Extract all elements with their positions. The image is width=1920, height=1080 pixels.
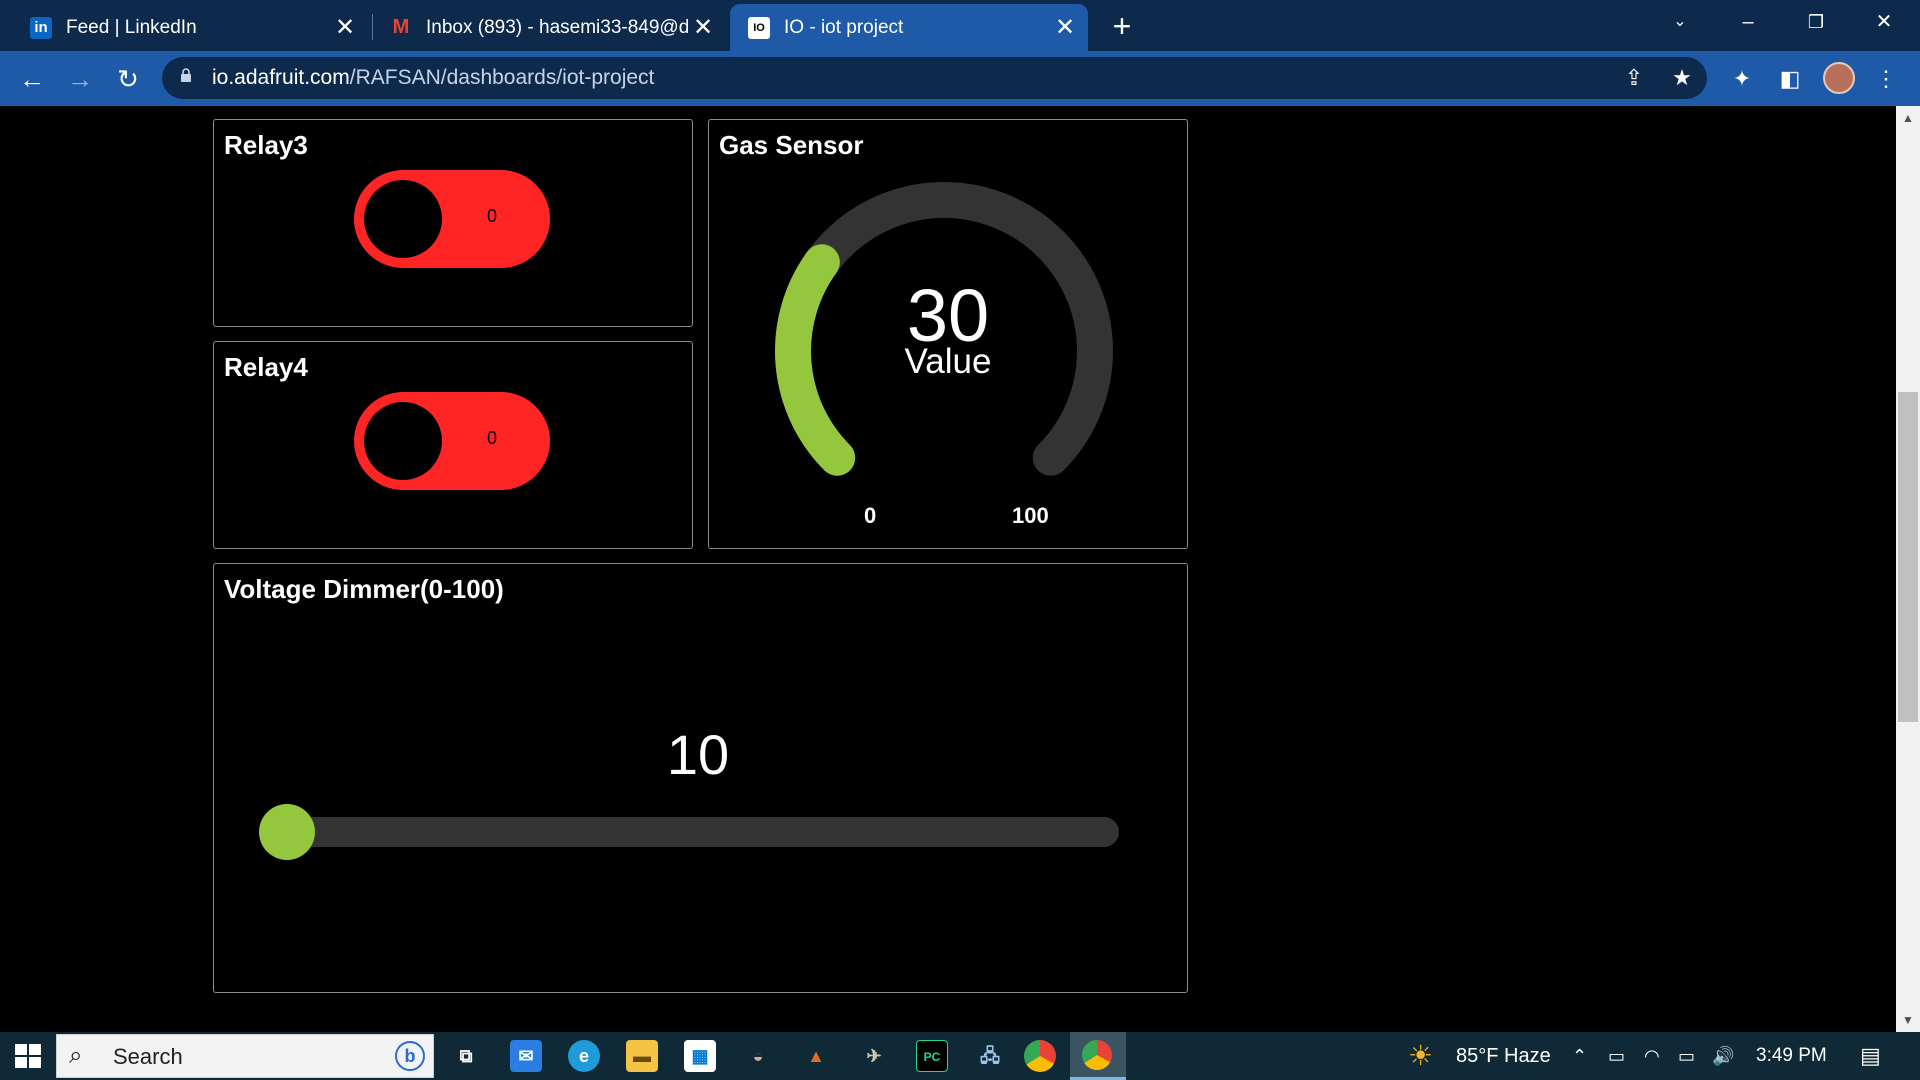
mail-icon[interactable]: ✉ (510, 1040, 542, 1072)
bing-icon[interactable]: b (395, 1041, 425, 1071)
tab-io-iot-project[interactable]: IO IO - iot project ✕ (730, 4, 1088, 51)
menu-kebab-icon[interactable]: ⋮ (1870, 63, 1902, 95)
forward-arrow-icon[interactable]: → (60, 59, 100, 99)
slider-handle[interactable] (259, 804, 315, 860)
clock-time[interactable]: 3:49 PM (1756, 1032, 1827, 1080)
tab-linkedin[interactable]: in Feed | LinkedIn ✕ (12, 4, 368, 51)
bookmark-star-icon[interactable]: ★ (1667, 63, 1697, 93)
toggle-knob[interactable] (364, 402, 442, 480)
windows-taskbar: ⌕ Search b ⧉ ✉ e ▬ ▦ ◒ ▲ ✈ PC 🖧 (0, 1032, 1920, 1080)
volume-icon[interactable]: 🔊 (1712, 1032, 1734, 1080)
close-icon[interactable]: ✕ (330, 13, 360, 42)
lock-icon (181, 68, 191, 82)
toggle-state-label: 0 (487, 206, 498, 226)
weather-sun-icon[interactable]: ☀ (1408, 1032, 1433, 1080)
tab-title: Feed | LinkedIn (66, 16, 197, 38)
new-tab-icon[interactable]: + (1106, 8, 1138, 44)
search-placeholder: Search (113, 1044, 183, 1069)
relay4-toggle[interactable]: 0 (354, 392, 550, 490)
back-arrow-icon[interactable]: ← (12, 59, 52, 99)
tab-search-chevron-icon[interactable]: ⌄ (1652, 0, 1708, 44)
close-icon[interactable]: ✕ (688, 13, 718, 42)
reload-icon[interactable]: ↻ (108, 59, 148, 99)
chrome-active-app[interactable] (1070, 1032, 1126, 1080)
network-drive-icon[interactable]: 🖧 (974, 1040, 1006, 1072)
app-bird-icon[interactable]: ✈ (858, 1040, 890, 1072)
scroll-down-arrow-icon[interactable]: ▼ (1896, 1010, 1920, 1030)
chrome-icon[interactable] (1024, 1040, 1056, 1072)
browser-tab-strip: in Feed | LinkedIn ✕ M Inbox (893) - has… (0, 0, 1920, 51)
share-icon[interactable]: ⇪ (1619, 63, 1649, 93)
scrollbar-thumb[interactable] (1898, 392, 1918, 722)
linkedin-icon: in (30, 16, 52, 39)
scroll-up-arrow-icon[interactable]: ▲ (1896, 108, 1920, 128)
tab-title: IO - iot project (784, 16, 904, 38)
notifications-icon[interactable]: ▤ (1860, 1032, 1881, 1080)
card-title: Relay3 (224, 130, 308, 160)
chevron-up-icon[interactable]: ⌃ (1572, 1032, 1587, 1080)
gauge-unit-label: Value (904, 342, 992, 381)
battery-icon[interactable]: ▭ (1678, 1032, 1695, 1080)
close-icon[interactable]: ✕ (1050, 13, 1080, 42)
card-title: Relay4 (224, 352, 308, 382)
weather-text[interactable]: 85°F Haze (1456, 1032, 1551, 1080)
slider-track[interactable] (269, 817, 1119, 847)
taskbar-search-box[interactable]: ⌕ Search b (56, 1034, 434, 1078)
tab-gmail[interactable]: M Inbox (893) - hasemi33-849@diu ✕ (372, 4, 726, 51)
extensions-puzzle-icon[interactable]: ✦ (1726, 63, 1758, 95)
profile-avatar[interactable] (1823, 62, 1855, 94)
browser-toolbar: ← → ↻ io.adafruit.com/RAFSAN/dashboards/… (0, 51, 1920, 106)
card-title: Voltage Dimmer(0-100) (224, 574, 504, 604)
relay3-card: Relay3 0 (213, 119, 693, 327)
paint-app-icon[interactable]: ◒ (742, 1040, 774, 1072)
window-close-icon[interactable]: ✕ (1856, 0, 1912, 44)
side-panel-icon[interactable]: ◧ (1774, 63, 1806, 95)
task-view-icon[interactable]: ⧉ (450, 1040, 482, 1072)
tab-title: Inbox (893) - hasemi33-849@diu (426, 16, 688, 38)
address-bar[interactable]: io.adafruit.com/RAFSAN/dashboards/iot-pr… (162, 57, 1707, 99)
gauge-min-label: 0 (864, 503, 877, 528)
adafruit-io-icon: IO (748, 16, 770, 39)
toggle-knob[interactable] (364, 180, 442, 258)
gauge-max-label: 100 (1012, 503, 1049, 528)
gmail-icon: M (392, 16, 410, 38)
meet-camera-icon[interactable]: ▭ (1608, 1032, 1625, 1080)
windows-start-icon[interactable] (10, 1040, 46, 1072)
search-icon: ⌕ (69, 1042, 83, 1069)
restore-icon[interactable]: ❐ (1788, 0, 1844, 44)
voltage-dimmer-card: Voltage Dimmer(0-100) 10 (213, 563, 1188, 993)
toggle-state-label: 0 (487, 428, 498, 448)
file-explorer-icon[interactable]: ▬ (626, 1040, 658, 1072)
microsoft-store-icon[interactable]: ▦ (684, 1040, 716, 1072)
dashboard-canvas: Relay3 0 Relay4 0 Gas Sensor 30 Value 0 … (0, 106, 1896, 1032)
url-text[interactable]: io.adafruit.com/RAFSAN/dashboards/iot-pr… (212, 57, 654, 99)
pycharm-icon[interactable]: PC (916, 1040, 948, 1072)
relay4-card: Relay4 0 (213, 341, 693, 549)
matlab-icon[interactable]: ▲ (800, 1040, 832, 1072)
slider-value: 10 (666, 723, 730, 786)
chrome-icon (1082, 1040, 1112, 1070)
edge-icon[interactable]: e (568, 1040, 600, 1072)
relay3-toggle[interactable]: 0 (354, 170, 550, 268)
wifi-icon[interactable]: ◠ (1644, 1032, 1660, 1080)
minimize-icon[interactable]: – (1720, 0, 1776, 44)
gas-sensor-card: Gas Sensor 30 Value 0 100 (708, 119, 1188, 549)
